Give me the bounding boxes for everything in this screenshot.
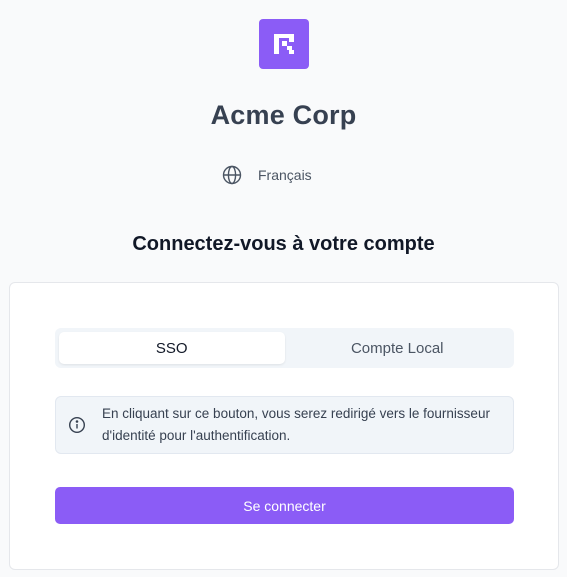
page-title: Connectez-vous à votre compte	[132, 233, 435, 255]
auth-method-tabs: SSO Compte Local	[55, 328, 514, 368]
language-label: Français	[258, 167, 312, 183]
tab-sso[interactable]: SSO	[59, 332, 285, 364]
info-text: En cliquant sur ce bouton, vous serez re…	[102, 406, 490, 443]
sso-info-box: En cliquant sur ce bouton, vous serez re…	[55, 396, 514, 454]
sign-in-button[interactable]: Se connecter	[55, 487, 514, 524]
globe-icon	[221, 164, 243, 186]
logo-icon	[259, 19, 309, 69]
login-page: Acme Corp Français Connectez-vous à votr…	[0, 0, 567, 577]
tab-local-account[interactable]: Compte Local	[285, 332, 511, 364]
login-card: SSO Compte Local En cliquant sur ce bout…	[9, 282, 559, 570]
info-icon	[68, 416, 86, 434]
language-selector[interactable]: Français	[221, 164, 312, 186]
org-name: Acme Corp	[210, 100, 357, 130]
